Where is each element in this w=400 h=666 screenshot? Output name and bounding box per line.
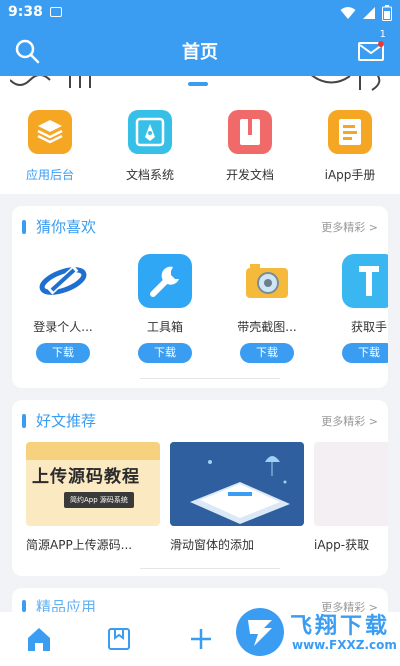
download-button[interactable]: 下载 — [36, 343, 90, 363]
more-link[interactable]: 更多精彩 > — [321, 413, 378, 429]
quick-link-dev-docs[interactable]: 开发文档 — [200, 98, 300, 194]
article-title: 滑动窗体的添加 — [170, 538, 255, 552]
add-icon[interactable] — [186, 624, 216, 654]
section-title: 好文推荐 — [36, 412, 97, 430]
download-button[interactable]: 下载 — [342, 343, 388, 363]
phone-icon — [342, 254, 388, 308]
quick-link-label: 文档系统 — [125, 168, 174, 182]
quick-link-label: 开发文档 — [225, 168, 274, 182]
app-name: 登录个人... — [33, 320, 93, 334]
app-item[interactable]: 登录个人... 下载 — [12, 254, 114, 364]
app-name: 获取手 — [350, 320, 387, 334]
article-thumbnail — [170, 442, 304, 526]
article-title: iApp-获取 — [314, 538, 370, 552]
wrench-icon — [138, 254, 192, 308]
article-thumbnail — [314, 442, 388, 526]
app-item[interactable]: 工具箱 下载 — [114, 254, 216, 364]
recommend-section: 猜你喜欢 更多精彩 > 登录个人... 下载 工具箱 下载 带壳截图... 下载 — [12, 206, 388, 388]
banner-carousel[interactable] — [0, 76, 400, 98]
watermark: 飞翔下载 www.FXXZ.com — [234, 606, 397, 660]
quick-link-iapp-manual[interactable]: iApp手册 — [300, 98, 400, 194]
app-bar: 首页 1 — [0, 26, 400, 76]
quick-link-label: iApp手册 — [324, 168, 376, 182]
scroll-indicator — [140, 378, 280, 379]
scroll-indicator — [140, 568, 280, 569]
section-title: 猜你喜欢 — [36, 218, 97, 236]
pen-icon — [128, 110, 172, 154]
article-item[interactable]: iApp-获取 — [314, 442, 388, 562]
book-icon — [228, 110, 272, 154]
page-title: 首页 — [182, 42, 218, 63]
section-marker — [22, 600, 26, 612]
gallery-notification-icon — [50, 7, 62, 17]
mail-icon[interactable] — [358, 40, 384, 62]
layers-icon — [28, 110, 72, 154]
app-list: 登录个人... 下载 工具箱 下载 带壳截图... 下载 获取手 下载 — [12, 254, 388, 364]
thumbnail-title: 上传源码教程 — [32, 467, 140, 487]
watermark-text: 飞翔下载 — [290, 614, 391, 639]
article-item[interactable]: 上传源码教程 简约App 源码系统 简源APP上传源码... — [26, 442, 160, 562]
section-header: 好文推荐 更多精彩 > — [12, 400, 388, 440]
app-item[interactable]: 带壳截图... 下载 — [216, 254, 318, 364]
section-marker — [22, 220, 26, 234]
mail-badge: 1 — [379, 29, 386, 40]
watermark-logo — [236, 608, 284, 656]
article-item[interactable]: 滑动窗体的添加 — [170, 442, 304, 562]
home-icon[interactable] — [24, 624, 54, 654]
download-button[interactable]: 下载 — [240, 343, 294, 363]
section-marker — [22, 414, 26, 428]
quick-link-app-backend[interactable]: 应用后台 — [0, 98, 100, 194]
carousel-indicator — [188, 82, 208, 86]
article-list: 上传源码教程 简约App 源码系统 简源APP上传源码... 滑动窗体的添加 i… — [12, 442, 388, 562]
document-icon — [328, 110, 372, 154]
wifi-icon — [340, 7, 356, 19]
bookmark-icon[interactable] — [104, 624, 134, 654]
status-time: 9:38 — [8, 4, 43, 20]
articles-section: 好文推荐 更多精彩 > 上传源码教程 简约App 源码系统 简源APP上传源码.… — [12, 400, 388, 576]
article-thumbnail: 上传源码教程 简约App 源码系统 — [26, 442, 160, 526]
signal-icon — [363, 7, 375, 19]
section-header: 猜你喜欢 更多精彩 > — [12, 206, 388, 246]
quick-links: 应用后台 文档系统 开发文档 iApp手册 — [0, 98, 400, 194]
app-name: 工具箱 — [146, 320, 183, 334]
banner-illustration — [10, 76, 381, 91]
download-button[interactable]: 下载 — [138, 343, 192, 363]
article-title: 简源APP上传源码... — [26, 538, 133, 552]
quick-link-doc-system[interactable]: 文档系统 — [100, 98, 200, 194]
status-bar: 9:38 — [0, 0, 400, 26]
more-link[interactable]: 更多精彩 > — [321, 219, 378, 235]
thumbnail-subtitle: 简约App 源码系统 — [64, 492, 134, 508]
camera-icon — [240, 254, 294, 308]
battery-icon — [382, 5, 392, 21]
app-name: 带壳截图... — [237, 320, 297, 334]
quick-link-label: 应用后台 — [25, 168, 74, 182]
watermark-url: www.FXXZ.com — [292, 638, 397, 652]
x-logo-icon — [36, 254, 90, 308]
app-item[interactable]: 获取手 下载 — [318, 254, 388, 364]
